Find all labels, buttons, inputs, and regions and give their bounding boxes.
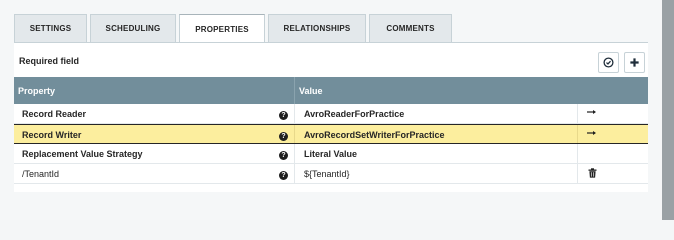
trash-icon[interactable]: [588, 168, 597, 181]
property-value[interactable]: AvroReaderForPractice: [304, 109, 404, 119]
help-icon[interactable]: ?: [279, 109, 288, 120]
column-divider: [294, 164, 295, 183]
table-header: Property Value: [14, 77, 648, 104]
column-divider: [577, 144, 578, 163]
tab-comments[interactable]: COMMENTS: [369, 14, 452, 42]
required-field-label: Required field: [19, 56, 80, 66]
property-name: Replacement Value Strategy: [22, 149, 143, 159]
tab-bar: SETTINGS SCHEDULING PROPERTIES RELATIONS…: [14, 14, 452, 43]
help-icon[interactable]: ?: [279, 130, 288, 141]
tab-scheduling[interactable]: SCHEDULING: [90, 14, 176, 42]
properties-table: Property Value Record Reader ? AvroReade…: [14, 77, 648, 184]
property-value[interactable]: Literal Value: [304, 149, 357, 159]
column-divider: [577, 104, 578, 123]
property-value[interactable]: AvroRecordSetWriterForPractice: [304, 130, 445, 140]
table-row[interactable]: Replacement Value Strategy ? Literal Val…: [14, 144, 648, 164]
property-name: /TenantId: [22, 169, 60, 179]
column-header-property: Property: [18, 86, 56, 96]
help-icon[interactable]: ?: [279, 169, 288, 180]
column-divider: [577, 164, 578, 183]
arrow-right-icon[interactable]: [586, 128, 598, 141]
tab-properties[interactable]: PROPERTIES: [179, 14, 265, 43]
column-divider: [294, 125, 295, 143]
table-row[interactable]: /TenantId ? ${TenantId}: [14, 164, 648, 184]
table-row[interactable]: Record Reader ? AvroReaderForPractice: [14, 104, 648, 124]
scrollbar-strip: [662, 0, 674, 220]
column-divider: [294, 104, 295, 123]
help-icon[interactable]: ?: [279, 149, 288, 160]
column-divider: [294, 144, 295, 163]
processor-config-panel: SETTINGS SCHEDULING PROPERTIES RELATIONS…: [0, 0, 662, 220]
plus-icon: [630, 58, 639, 67]
tab-relationships[interactable]: RELATIONSHIPS: [268, 14, 366, 42]
add-property-button[interactable]: [624, 52, 645, 73]
property-value[interactable]: ${TenantId}: [304, 169, 350, 179]
arrow-right-icon[interactable]: [586, 107, 598, 120]
property-name: Record Writer: [22, 130, 82, 140]
column-divider: [577, 125, 578, 143]
table-row-selected[interactable]: Record Writer ? AvroRecordSetWriterForPr…: [14, 124, 648, 144]
column-divider: [294, 77, 295, 104]
properties-content: Required field Property Value Record Rea…: [14, 42, 648, 192]
property-name: Record Reader: [22, 109, 87, 119]
tab-settings[interactable]: SETTINGS: [14, 14, 87, 42]
column-header-value: Value: [299, 86, 323, 96]
verify-properties-button[interactable]: [598, 52, 619, 73]
check-circle-icon: [603, 57, 614, 68]
